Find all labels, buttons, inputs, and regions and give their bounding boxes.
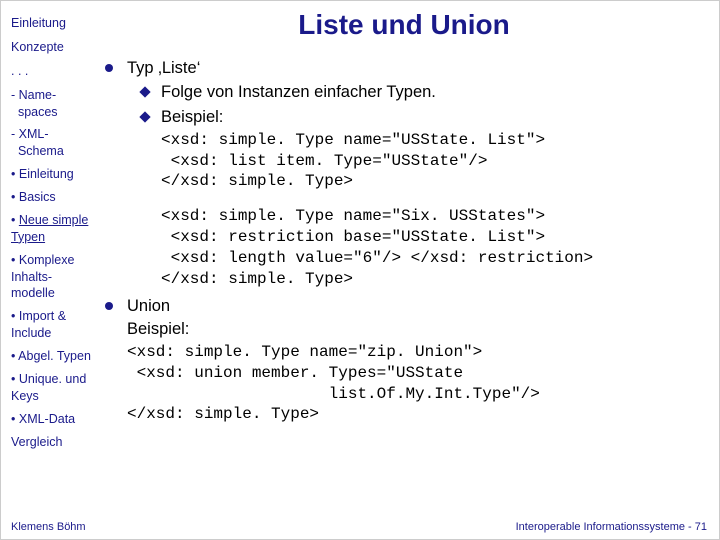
nav-sub-basics[interactable]: • Basics [11,189,95,206]
nav-xmlschema[interactable]: - XML- Schema [11,126,95,160]
code-block-zip-union: <xsd: simple. Type name="zip. Union"> <x… [105,342,703,425]
nav-sub-abgel-typen[interactable]: • Abgel. Typen [11,348,95,365]
main-content: Liste und Union Typ ‚Liste‘ Folge von In… [101,1,719,539]
bullet-label: Union [127,297,170,315]
nav-sub-einleitung[interactable]: • Einleitung [11,166,95,183]
nav-sub-neue-simple-typen[interactable]: • Neue simple Typen [11,212,95,246]
nav-sub-import-include[interactable]: • Import & Include [11,308,95,342]
bullet-sublabel: Beispiel: [127,320,189,338]
bullet-typ-liste: Typ ‚Liste‘ [105,57,703,79]
code-block-six-usstates: <xsd: simple. Type name="Six. USStates">… [105,206,703,289]
code-block-usstate-list: <xsd: simple. Type name="USState. List">… [105,130,703,192]
bullet-icon [105,64,113,72]
slide: Einleitung Konzepte . . . - Name- spaces… [0,0,720,540]
nav-ellipsis: . . . [11,63,95,80]
nav-sub-label: Abgel. Typen [18,349,91,363]
nav-sub-label: Einleitung [19,167,74,181]
sub-label: Beispiel: [161,106,223,128]
nav-vergleich[interactable]: Vergleich [11,434,95,451]
nav-einleitung[interactable]: Einleitung [11,15,95,32]
nav-sub-komplexe[interactable]: • Komplexe Inhalts-modelle [11,252,95,303]
nav-sub-unique-keys[interactable]: • Unique. und Keys [11,371,95,405]
nav-sub-label: Komplexe Inhalts-modelle [11,253,74,301]
nav-sub-xml-data[interactable]: • XML-Data [11,411,95,428]
nav-sub-label: Neue simple Typen [11,213,88,244]
page-title: Liste und Union [105,9,703,41]
sub-folge: Folge von Instanzen einfacher Typen. [141,81,703,103]
nav-konzepte[interactable]: Konzepte [11,39,95,56]
sub-beispiel: Beispiel: [141,106,703,128]
footer-author: Klemens Böhm [11,521,86,533]
nav-sub-label: Unique. und Keys [11,372,86,403]
bullet-union: Union Beispiel: [105,295,703,340]
diamond-icon [139,111,150,122]
nav-sub-label: Basics [19,190,56,204]
sub-label: Folge von Instanzen einfacher Typen. [161,81,436,103]
sidebar-nav: Einleitung Konzepte . . . - Name- spaces… [1,1,101,539]
footer-page: Interoperable Informationssysteme - 71 [516,521,707,533]
diamond-icon [139,87,150,98]
nav-sub-label: Import & Include [11,309,66,340]
bullet-label: Typ ‚Liste‘ [127,57,703,79]
bullet-icon [105,302,113,310]
footer: Klemens Böhm Interoperable Informationss… [11,521,707,533]
nav-sub-label: XML-Data [19,412,75,426]
nav-namespaces[interactable]: - Name- spaces [11,87,95,121]
content-body: Typ ‚Liste‘ Folge von Instanzen einfache… [105,57,703,425]
